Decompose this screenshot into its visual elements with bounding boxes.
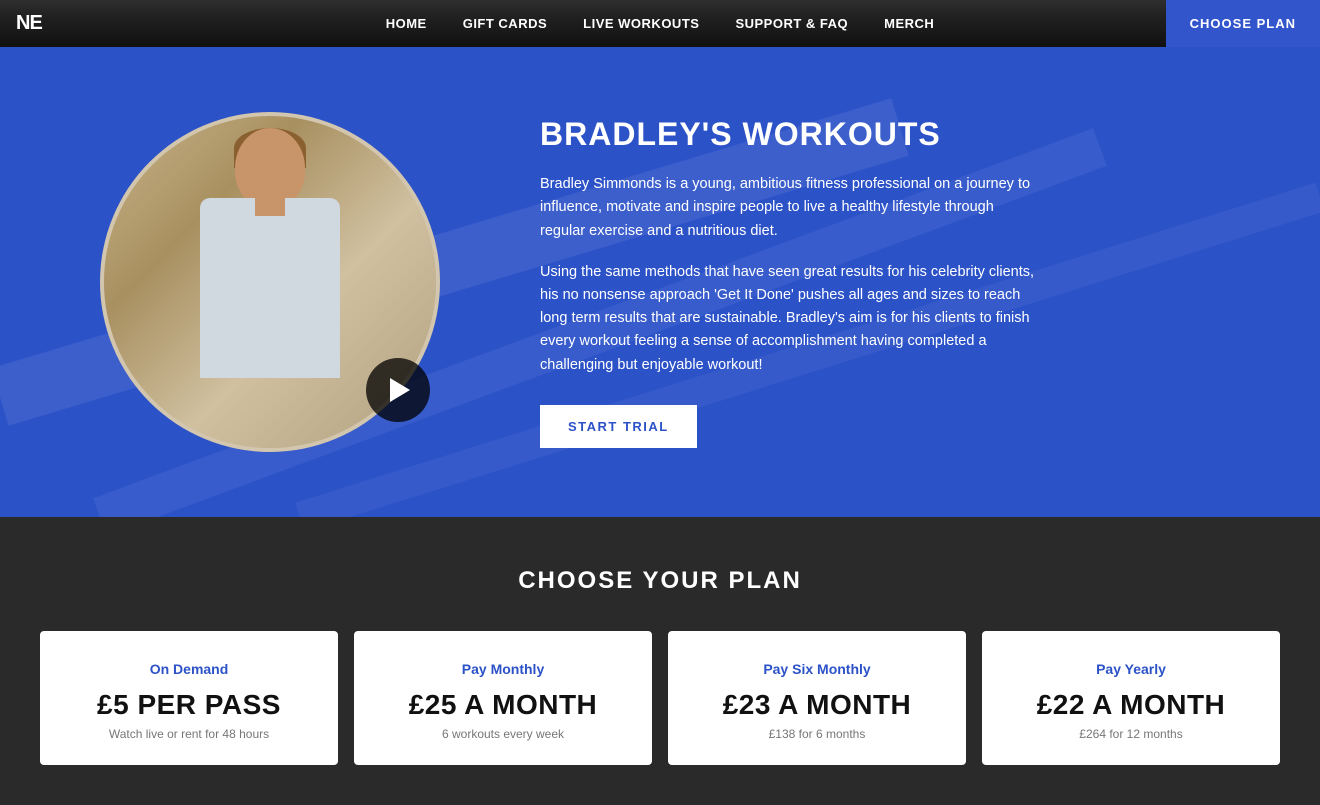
hero-image-container xyxy=(80,112,460,452)
hero-description-1: Bradley Simmonds is a young, ambitious f… xyxy=(540,173,1040,243)
plan-name-rest: Six Monthly xyxy=(788,661,870,677)
navbar: NE HOME GIFT CARDS LIVE WORKOUTS SUPPORT… xyxy=(0,0,1320,47)
plan-price-six-monthly: £23 A MONTH xyxy=(688,689,946,721)
plan-sub-monthly: 6 workouts every week xyxy=(374,727,632,741)
plan-card-on-demand: On Demand £5 PER PASS Watch live or rent… xyxy=(40,631,338,765)
plan-price-yearly: £22 A MONTH xyxy=(1002,689,1260,721)
nav-links: HOME GIFT CARDS LIVE WORKOUTS SUPPORT & … xyxy=(386,16,935,31)
plan-name-rest: Demand xyxy=(169,661,228,677)
plan-name-highlight: Pay xyxy=(462,661,487,677)
hero-section: BRADLEY'S WORKOUTS Bradley Simmonds is a… xyxy=(0,47,1320,517)
hero-content: BRADLEY'S WORKOUTS Bradley Simmonds is a… xyxy=(460,116,1240,448)
plan-price-on-demand: £5 PER PASS xyxy=(60,689,318,721)
plan-name-rest: Yearly xyxy=(1121,661,1166,677)
plan-price-monthly: £25 A MONTH xyxy=(374,689,632,721)
nav-support-faq[interactable]: SUPPORT & FAQ xyxy=(735,16,848,31)
person-body xyxy=(200,198,340,378)
plan-name-six-monthly: Pay Six Monthly xyxy=(688,661,946,677)
plan-name-monthly: Pay Monthly xyxy=(374,661,632,677)
plan-name-on-demand: On Demand xyxy=(60,661,318,677)
plan-card-six-monthly: Pay Six Monthly £23 A MONTH £138 for 6 m… xyxy=(668,631,966,765)
plan-card-yearly: Pay Yearly £22 A MONTH £264 for 12 month… xyxy=(982,631,1280,765)
plan-sub-on-demand: Watch live or rent for 48 hours xyxy=(60,727,318,741)
nav-home[interactable]: HOME xyxy=(386,16,427,31)
site-logo: NE xyxy=(16,12,42,35)
start-trial-button[interactable]: START TRIAL xyxy=(540,405,697,448)
plans-section: CHOOSE YOUR PLAN On Demand £5 PER PASS W… xyxy=(0,517,1320,805)
plan-name-highlight: On xyxy=(150,661,169,677)
person-figure xyxy=(160,128,380,448)
nav-gift-cards[interactable]: GIFT CARDS xyxy=(463,16,547,31)
plan-sub-six-monthly: £138 for 6 months xyxy=(688,727,946,741)
plan-name-highlight: Pay xyxy=(1096,661,1121,677)
plan-name-rest: Monthly xyxy=(487,661,545,677)
plans-grid: On Demand £5 PER PASS Watch live or rent… xyxy=(40,631,1280,765)
plan-name-highlight: Pay xyxy=(763,661,788,677)
plan-name-yearly: Pay Yearly xyxy=(1002,661,1260,677)
hero-description-2: Using the same methods that have seen gr… xyxy=(540,261,1040,377)
person-neck xyxy=(255,196,285,216)
nav-merch[interactable]: MERCH xyxy=(884,16,934,31)
play-icon xyxy=(390,378,410,402)
choose-plan-button[interactable]: CHOOSE PLAN xyxy=(1166,0,1320,47)
nav-live-workouts[interactable]: LIVE WORKOUTS xyxy=(583,16,699,31)
plan-card-monthly: Pay Monthly £25 A MONTH 6 workouts every… xyxy=(354,631,652,765)
plans-section-title: CHOOSE YOUR PLAN xyxy=(40,567,1280,595)
play-button[interactable] xyxy=(366,358,430,422)
plan-sub-yearly: £264 for 12 months xyxy=(1002,727,1260,741)
hero-title: BRADLEY'S WORKOUTS xyxy=(540,116,1240,153)
